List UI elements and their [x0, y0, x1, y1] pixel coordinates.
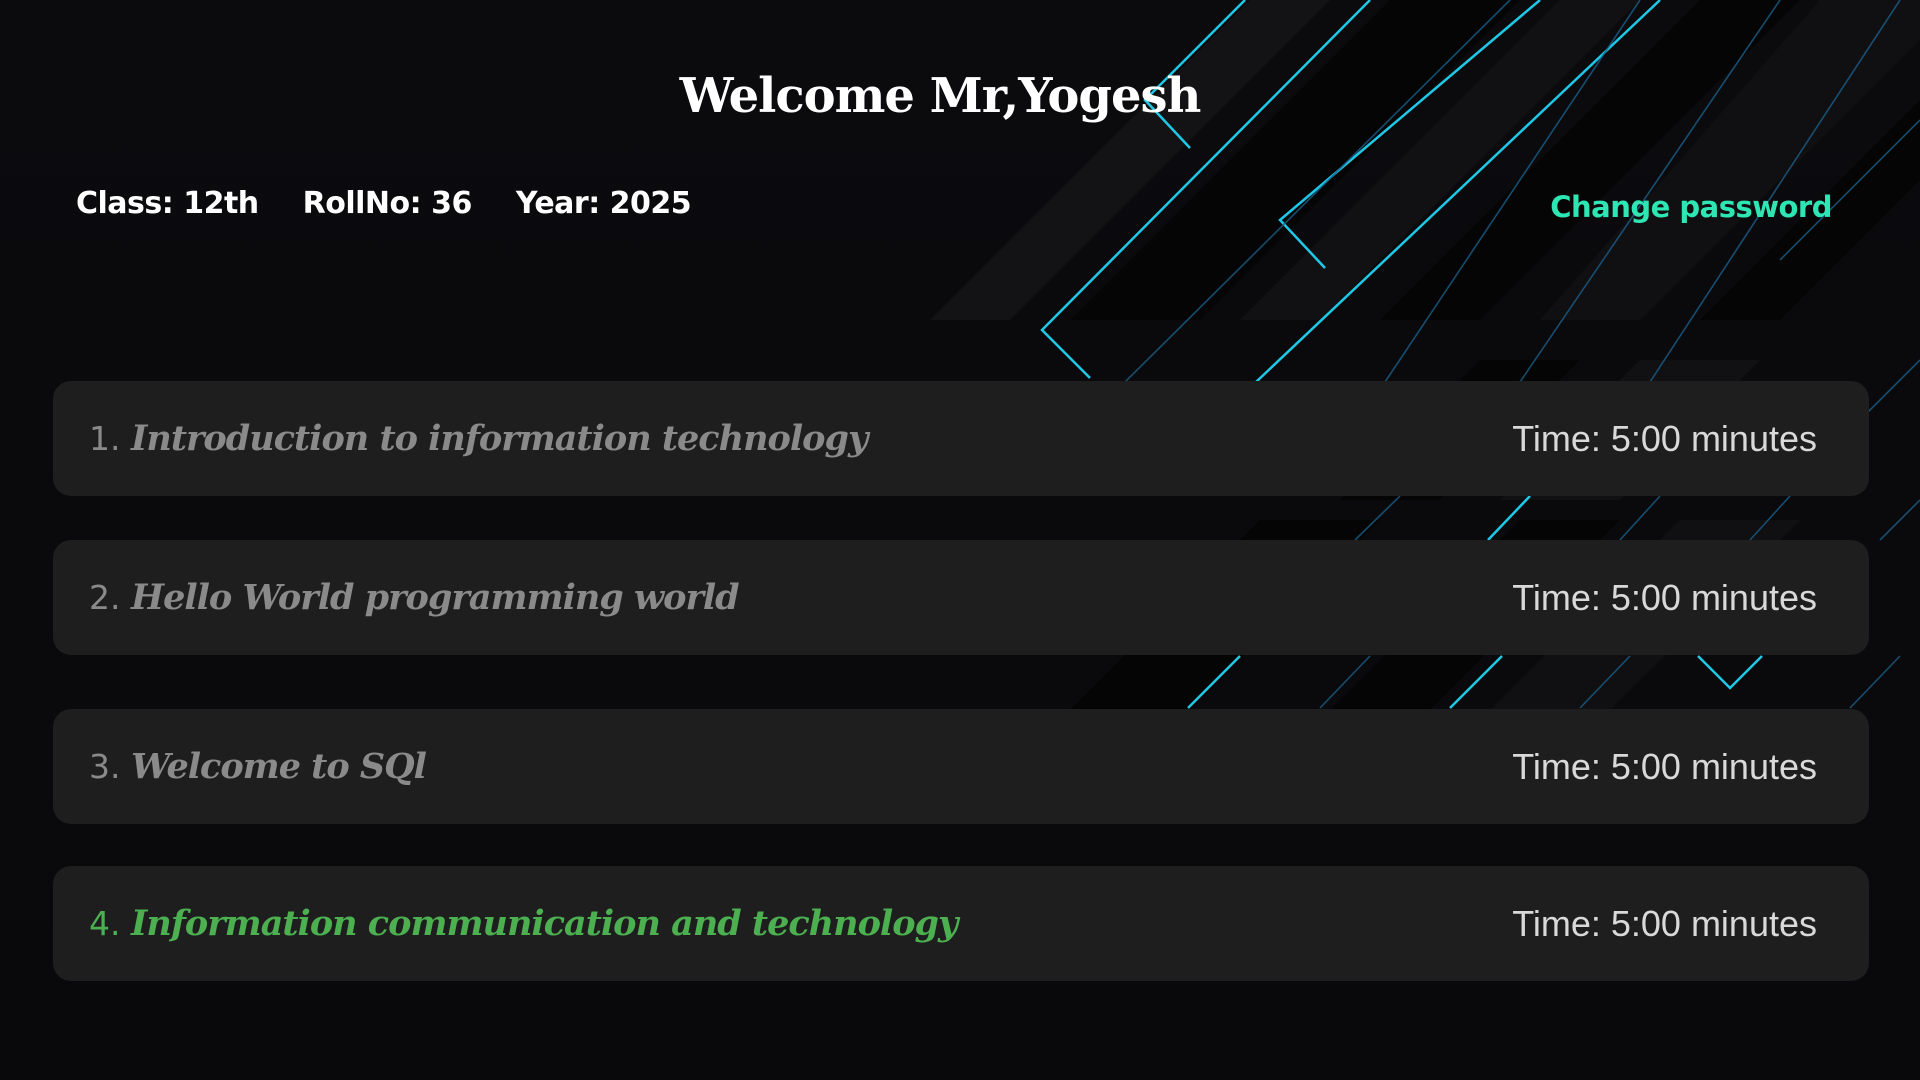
change-password-link[interactable]: Change password [1550, 190, 1832, 224]
lesson-time: Time: 5:00 minutes [1512, 418, 1817, 459]
lesson-number: 3. [89, 747, 121, 786]
lesson-title: Hello World programming world [131, 577, 740, 618]
lesson-time: Time: 5:00 minutes [1512, 577, 1817, 618]
rollno-label: RollNo: 36 [302, 186, 473, 221]
lesson-title: Introduction to information technology [131, 418, 868, 459]
lesson-time: Time: 5:00 minutes [1512, 903, 1817, 944]
lesson-time: Time: 5:00 minutes [1512, 746, 1817, 787]
lesson-title: Information communication and technology [131, 903, 958, 944]
class-label: Class: 12th [76, 186, 259, 221]
lesson-number: 2. [89, 578, 121, 617]
lesson-item-3[interactable]: 3. Welcome to SQl Time: 5:00 minutes [53, 709, 1869, 824]
lesson-title: Welcome to SQl [131, 746, 427, 787]
lesson-number: 4. [89, 904, 121, 943]
year-label: Year: 2025 [515, 186, 692, 221]
lesson-number: 1. [89, 419, 121, 458]
welcome-title: Welcome Mr,Yogesh [679, 68, 1202, 124]
lesson-item-1[interactable]: 1. Introduction to information technolog… [53, 381, 1869, 496]
dashboard-page: Welcome Mr,Yogesh Class: 12th RollNo: 36… [0, 0, 1920, 1080]
student-info: Class: 12th RollNo: 36 Year: 2025 [76, 186, 735, 221]
lesson-item-4[interactable]: 4. Information communication and technol… [53, 866, 1869, 981]
lesson-item-2[interactable]: 2. Hello World programming world Time: 5… [53, 540, 1869, 655]
